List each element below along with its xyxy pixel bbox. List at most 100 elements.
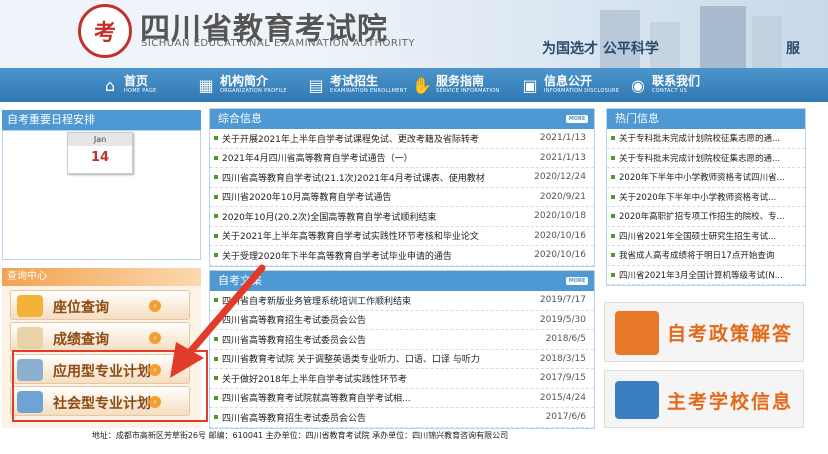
monitor-icon: ▣ bbox=[522, 75, 538, 95]
bullet-icon bbox=[611, 214, 615, 219]
list-item-link[interactable]: 四川省2020年10月高等教育自学考试通告 bbox=[222, 190, 532, 203]
arrow-right-icon: › bbox=[149, 332, 161, 344]
list-item-link[interactable]: 关于开展2021年上半年自学考试课程免试、更改考籍及省际转考 bbox=[222, 132, 532, 145]
list-item-link[interactable]: 四川省高等教育招生考试委员会公告 bbox=[222, 411, 532, 424]
list-item[interactable]: 我省成人高考成绩将于明日17点开始查询 bbox=[607, 246, 805, 266]
list-item[interactable]: 关于做好2018年上半年自学考试实践性环节考 2017/9/15 bbox=[210, 369, 594, 389]
list-item[interactable]: 四川省高等教育招生考试委员会公告 2018/6/5 bbox=[210, 330, 594, 350]
list-item-link[interactable]: 四川省自考新版业务管理系统培训工作顺利结束 bbox=[222, 294, 532, 307]
list-item[interactable]: 2020年10月(20.2次)全国高等教育自学考试顺利结束 2020/10/18 bbox=[210, 207, 594, 227]
list-item-link[interactable]: 2021年4月四川省高等教育自学考试通告（一） bbox=[222, 151, 532, 164]
building-graphic bbox=[700, 6, 746, 68]
list-item-date: 2017/6/6 bbox=[545, 412, 586, 423]
list-item[interactable]: 四川省高等教育考试院就高等教育自学考试相... 2015/4/24 bbox=[210, 389, 594, 408]
calendar-widget[interactable]: Jan 14 bbox=[67, 132, 133, 174]
list-item[interactable]: 关于专科批未完成计划院校征集志愿的通... bbox=[607, 129, 805, 149]
query-center-title: 查询中心 bbox=[2, 268, 201, 286]
list-item[interactable]: 2021年4月四川省高等教育自学考试通告（一） 2021/1/13 bbox=[210, 149, 594, 168]
nav-sublabel: CONTACT US bbox=[652, 88, 688, 94]
list-item[interactable]: 关于2020年下半年中小学教师资格考试... bbox=[607, 188, 805, 207]
more-button[interactable]: MORE bbox=[566, 277, 588, 285]
nav-label: 机构简介 bbox=[220, 74, 269, 88]
handshake-icon: ✋ bbox=[412, 75, 432, 95]
list-item-link[interactable]: 关于2021年上半年高等教育自学考试实践性环节考核和毕业论文 bbox=[222, 229, 532, 242]
list-item[interactable]: 关于受理2020年下半年高等教育自学考试毕业申请的通告 2020/10/16 bbox=[210, 246, 594, 266]
list-item[interactable]: 四川省高等教育招生考试委员会公告 2019/5/30 bbox=[210, 311, 594, 330]
self-exam-title: 自考文集 MORE bbox=[210, 271, 594, 291]
list-item-date: 2020/10/16 bbox=[534, 250, 586, 261]
list-item[interactable]: 四川省2021年3月全国计算机等级考试(N... bbox=[607, 266, 805, 285]
header-slogan: 为国选才 公平科学 bbox=[542, 41, 659, 57]
building-graphic bbox=[752, 16, 782, 68]
list-item[interactable]: 四川省高等教育招生考试委员会公告 2017/6/6 bbox=[210, 408, 594, 428]
hot-info-title: 热门信息 bbox=[607, 109, 805, 129]
document-icon: ▤ bbox=[308, 75, 324, 95]
bullet-icon bbox=[214, 155, 218, 160]
seat-query-button[interactable]: 座位查询 › bbox=[10, 290, 190, 320]
nav-label: 信息公开 bbox=[544, 74, 593, 88]
list-item-link[interactable]: 四川省2021年全国硕士研究生招生考试... bbox=[619, 230, 805, 242]
list-item-link[interactable]: 四川省高等教育自学考试(21.1次)2021年4月考试课表、使用教材 bbox=[222, 171, 532, 184]
nav-service[interactable]: ✋ 服务指南 SERVICE INFORMATION bbox=[412, 68, 499, 102]
list-item[interactable]: 关于开展2021年上半年自学考试课程免试、更改考籍及省际转考 2021/1/13 bbox=[210, 129, 594, 149]
list-item-date: 2021/1/13 bbox=[539, 133, 586, 144]
nav-enrollment[interactable]: ▤ 考试招生 EXAMINATION ENROLLMENT bbox=[306, 68, 407, 102]
list-item[interactable]: 四川省高等教育自学考试(21.1次)2021年4月考试课表、使用教材 2020/1… bbox=[210, 168, 594, 188]
list-item-date: 2020/12/24 bbox=[534, 172, 586, 183]
nav-sublabel: INFORMATION DISCLOSURE bbox=[544, 88, 620, 94]
nav-label: 首页 bbox=[124, 74, 149, 88]
mailbox-icon bbox=[615, 311, 659, 355]
list-item[interactable]: 四川省自考新版业务管理系统培训工作顺利结束 2019/7/17 bbox=[210, 291, 594, 311]
logo-icon[interactable]: 考 bbox=[78, 4, 132, 58]
schedule-title: 自考重要日程安排 bbox=[2, 110, 201, 130]
list-item-link[interactable]: 2020年下半年中小学教师资格考试四川省... bbox=[619, 171, 805, 183]
list-item[interactable]: 2020年下半年中小学教师资格考试四川省... bbox=[607, 168, 805, 188]
bullet-icon bbox=[214, 214, 218, 219]
bullet-icon bbox=[214, 356, 218, 361]
list-item-link[interactable]: 关于做好2018年上半年自学考试实践性环节考 bbox=[222, 372, 532, 385]
bullet-icon bbox=[611, 194, 615, 199]
list-item-link[interactable]: 四川省高等教育考试院就高等教育自学考试相... bbox=[222, 391, 532, 404]
bullet-icon bbox=[214, 337, 218, 342]
bullet-icon bbox=[214, 376, 218, 381]
list-item[interactable]: 关于2021年上半年高等教育自学考试实践性环节考核和毕业论文 2020/10/16 bbox=[210, 227, 594, 246]
list-item[interactable]: 四川省2020年10月高等教育自学考试通告 2020/9/21 bbox=[210, 188, 594, 207]
list-item[interactable]: 2020年高职扩招专项工作招生的院校、专... bbox=[607, 207, 805, 227]
list-item[interactable]: 四川省2021年全国硕士研究生招生考试... bbox=[607, 227, 805, 246]
list-item-link[interactable]: 四川省2021年3月全国计算机等级考试(N... bbox=[619, 269, 805, 281]
site-subtitle: SICHUAN EDUCATIONAL EXAMINATION AUTHORIT… bbox=[141, 38, 415, 49]
self-exam-panel: 自考文集 MORE 四川省自考新版业务管理系统培训工作顺利结束 2019/7/17 四… bbox=[209, 270, 595, 429]
policy-banner[interactable]: 自考政策解答 bbox=[604, 302, 804, 362]
list-item-link[interactable]: 关于2020年下半年中小学教师资格考试... bbox=[619, 191, 805, 203]
nav-contact[interactable]: ◉ 联系我们 CONTACT US bbox=[628, 68, 700, 102]
nav-home[interactable]: ⌂ 首页 HOME PAGE bbox=[100, 68, 157, 102]
nav-organization[interactable]: ▦ 机构简介 ORGANIZATION PROFILE bbox=[196, 68, 287, 102]
hot-info-panel: 热门信息 关于专科批未完成计划院校征集志愿的通... 关于专科批未完成计划院校征集… bbox=[606, 108, 806, 286]
list-item-link[interactable]: 关于专科批未完成计划院校征集志愿的通... bbox=[619, 152, 805, 164]
list-item-link[interactable]: 关于专科批未完成计划院校征集志愿的通... bbox=[619, 132, 805, 144]
list-item-link[interactable]: 四川省高等教育招生考试委员会公告 bbox=[222, 333, 532, 346]
list-item-link[interactable]: 2020年高职扩招专项工作招生的院校、专... bbox=[619, 210, 805, 222]
list-item-link[interactable]: 我省成人高考成绩将于明日17点开始查询 bbox=[619, 249, 805, 261]
nav-sublabel: HOME PAGE bbox=[124, 88, 157, 94]
logo-glyph: 考 bbox=[93, 21, 116, 46]
list-item[interactable]: 关于专科批未完成计划院校征集志愿的通... bbox=[607, 149, 805, 168]
globe-icon: ◉ bbox=[631, 75, 645, 95]
footer-address: 地址：成都市高新区芳草街26号 邮编：610041 主办单位：四川省教育考试院 … bbox=[91, 431, 509, 440]
nav-label: 联系我们 bbox=[652, 74, 701, 88]
school-info-banner[interactable]: 主考学校信息 bbox=[604, 370, 804, 428]
list-item[interactable]: 四川省教育考试院 关于调整英语类专业听力、口语、口译 与听力 2018/3/15 bbox=[210, 350, 594, 369]
home-icon: ⌂ bbox=[104, 75, 116, 95]
list-item-link[interactable]: 四川省高等教育招生考试委员会公告 bbox=[222, 313, 532, 326]
list-item-link[interactable]: 关于受理2020年下半年高等教育自学考试毕业申请的通告 bbox=[222, 249, 532, 262]
list-item-link[interactable]: 2020年10月(20.2次)全国高等教育自学考试顺利结束 bbox=[222, 210, 532, 223]
button-label: 座位查询 bbox=[53, 300, 109, 316]
list-item-date: 2020/9/21 bbox=[539, 191, 586, 202]
calendar-day: 14 bbox=[90, 150, 110, 165]
arrow-right-icon: › bbox=[149, 300, 161, 312]
score-query-button[interactable]: 成绩查询 › bbox=[10, 322, 190, 352]
bullet-icon bbox=[214, 253, 218, 258]
list-item-link[interactable]: 四川省教育考试院 关于调整英语类专业听力、口语、口译 与听力 bbox=[222, 352, 532, 365]
nav-disclosure[interactable]: ▣ 信息公开 INFORMATION DISCLOSURE bbox=[520, 68, 619, 102]
more-button[interactable]: MORE bbox=[566, 115, 588, 123]
